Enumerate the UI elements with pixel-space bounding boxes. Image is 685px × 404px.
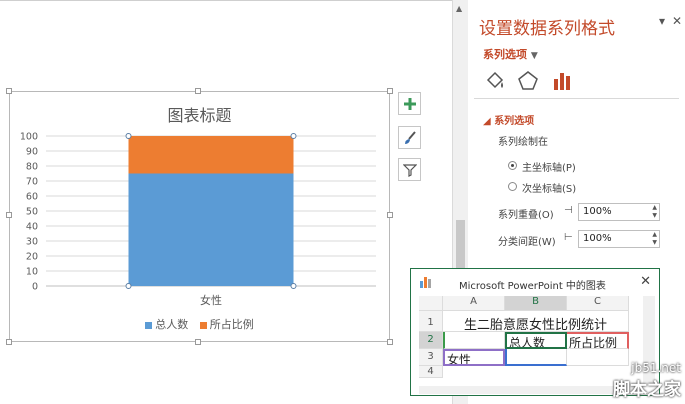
fill-line-tab-icon[interactable] <box>484 70 506 92</box>
pane-title: 设置数据系列格式 <box>479 19 615 39</box>
chart-elements-button[interactable] <box>398 92 421 115</box>
y-tick-label: 70 <box>26 177 38 188</box>
row-header[interactable]: 3 <box>419 349 443 366</box>
overlap-input[interactable]: 100% ▲ ▼ <box>578 203 660 221</box>
chart-styles-button[interactable] <box>398 126 421 149</box>
cell-b3[interactable] <box>505 349 567 366</box>
gap-width-input[interactable]: 100% ▲ ▼ <box>578 230 660 248</box>
overlap-slider-icon[interactable]: ⊣ <box>564 205 573 216</box>
excel-titlebar[interactable]: Microsoft PowerPoint 中的图表 ✕ <box>411 269 659 295</box>
bar-segment-ratio <box>128 136 294 174</box>
collapse-icon: ◢ <box>483 116 491 127</box>
selection-handle <box>125 133 132 139</box>
x-category-label: 女性 <box>200 293 222 307</box>
close-icon[interactable]: ✕ <box>672 14 682 28</box>
row-header[interactable]: 1 <box>419 311 443 332</box>
column-header[interactable]: A <box>443 296 505 311</box>
scroll-thumb[interactable] <box>456 220 465 270</box>
y-tick-label: 80 <box>26 162 38 173</box>
legend-item-total: 总人数 <box>145 316 188 332</box>
column-header[interactable]: B <box>505 296 567 311</box>
tab-divider <box>474 98 679 99</box>
column-header[interactable]: C <box>567 296 629 311</box>
plot-on-label: 系列绘制在 <box>498 137 548 148</box>
y-tick-label: 40 <box>26 222 38 233</box>
watermark-url: jb51.net <box>631 361 681 375</box>
series-options-dropdown[interactable]: 系列选项 ▼ <box>483 46 538 62</box>
cell-b2[interactable]: 总人数 <box>505 332 567 349</box>
legend-label: 所占比例 <box>209 318 254 331</box>
selection-handle <box>290 133 297 139</box>
series-options-label: 系列选项 <box>483 48 527 61</box>
cell-c2[interactable]: 所占比例 <box>567 332 629 349</box>
primary-axis-label[interactable]: 主坐标轴(P) <box>522 159 576 174</box>
selection-handle <box>290 283 297 289</box>
secondary-axis-label[interactable]: 次坐标轴(S) <box>522 180 576 195</box>
chevron-down-icon: ▼ <box>530 51 538 61</box>
y-tick-label: 60 <box>26 192 38 203</box>
section-title: 系列选项 <box>494 116 535 127</box>
y-tick-label: 30 <box>26 237 38 248</box>
y-tick-label: 90 <box>26 147 38 158</box>
legend-item-ratio: 所占比例 <box>199 316 254 332</box>
legend-swatch <box>145 321 153 329</box>
spin-arrows-icon[interactable]: ▲ ▼ <box>652 204 657 220</box>
effects-tab-icon[interactable] <box>517 70 539 92</box>
excel-horizontal-scrollbar[interactable] <box>419 386 641 394</box>
site-watermark: jb51.net 脚本之家 <box>613 361 681 400</box>
gap-width-label: 分类间距(W) <box>498 237 556 248</box>
chart-filters-button[interactable] <box>398 158 421 181</box>
cell-a3[interactable]: 女性 <box>443 349 505 366</box>
primary-axis-radio[interactable] <box>508 161 517 170</box>
cell-a1-merged[interactable]: 生二胎意愿女性比例统计 <box>443 311 629 332</box>
pane-options-icon[interactable]: ▾ <box>659 14 665 28</box>
selection-handle <box>125 283 132 289</box>
plus-icon <box>403 97 416 110</box>
plot-area[interactable]: 0 10 20 30 40 50 60 70 80 90 100 女性 <box>10 92 389 341</box>
chart-icon <box>420 277 431 288</box>
chart-frame[interactable]: 图表标题 0 10 20 30 40 50 60 70 80 90 100 女性 总人数 所占比例 <box>6 88 393 345</box>
scroll-up-icon[interactable]: ▲ <box>456 4 462 13</box>
y-tick-label: 10 <box>26 267 38 278</box>
y-tick-label: 50 <box>26 207 38 218</box>
cell-a2[interactable] <box>443 332 505 349</box>
chart-legend[interactable]: 总人数 所占比例 <box>10 316 389 332</box>
y-tick-label: 100 <box>20 132 38 143</box>
section-header[interactable]: ◢ 系列选项 <box>483 112 534 127</box>
y-tick-label: 20 <box>26 252 38 263</box>
legend-label: 总人数 <box>155 318 189 331</box>
bar-segment-total <box>128 173 294 286</box>
excel-title: Microsoft PowerPoint 中的图表 <box>459 281 606 292</box>
slide-canvas: 图表标题 0 10 20 30 40 50 60 70 80 90 100 女性 总人数 所占比例 <box>0 0 452 404</box>
series-options-tab-icon[interactable] <box>551 70 573 92</box>
close-icon[interactable]: ✕ <box>640 274 651 289</box>
legend-swatch <box>199 321 207 329</box>
brush-icon <box>404 130 416 144</box>
gap-slider-icon[interactable]: ⊢ <box>564 232 573 243</box>
gap-width-value: 100% <box>583 233 612 244</box>
overlap-label: 系列重叠(O) <box>498 210 554 221</box>
y-tick-label: 0 <box>32 282 38 293</box>
filter-icon <box>402 163 417 177</box>
spin-arrows-icon[interactable]: ▲ ▼ <box>652 231 657 247</box>
row-header[interactable]: 2 <box>419 332 443 349</box>
overlap-value: 100% <box>583 206 612 217</box>
ruler-line <box>0 0 452 1</box>
secondary-axis-radio[interactable] <box>508 182 517 191</box>
row-header[interactable]: 4 <box>419 366 443 378</box>
watermark-name: 脚本之家 <box>613 380 681 400</box>
select-all-corner[interactable] <box>419 296 443 311</box>
